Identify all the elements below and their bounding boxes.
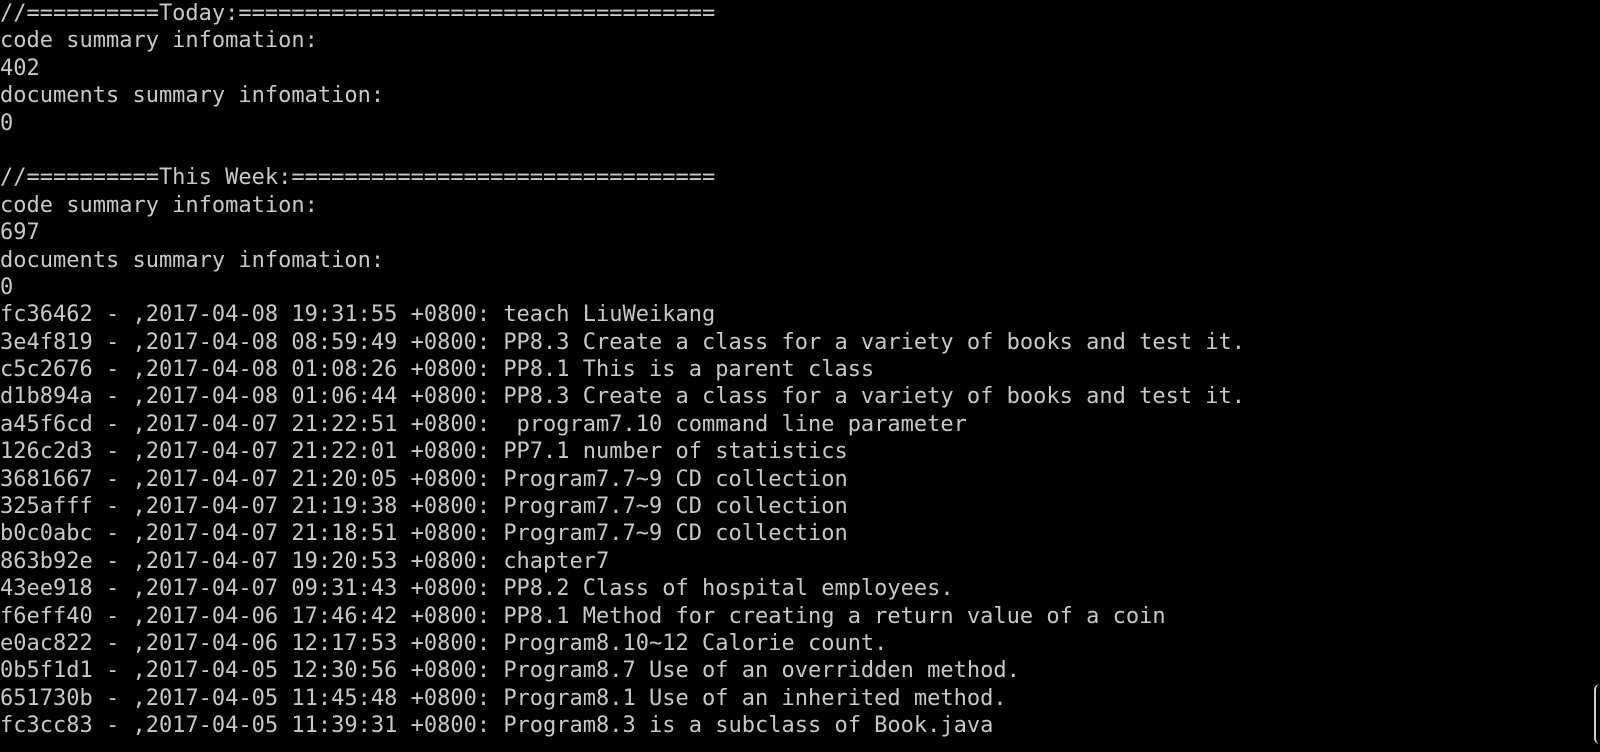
commit-line: fc3cc83 - ,2017-04-05 11:39:31 +0800: Pr… [0,713,994,739]
today-docs-value: 0 [0,110,14,136]
week-code-label: code summary infomation: [0,192,318,218]
commit-line: 863b92e - ,2017-04-07 19:20:53 +0800: ch… [0,548,610,574]
week-code-value: 697 [0,220,40,246]
commit-line: 3e4f819 - ,2017-04-08 08:59:49 +0800: PP… [0,329,1246,355]
terminal-window[interactable]: //==========Today:======================… [0,0,1600,752]
today-code-value: 402 [0,55,40,81]
commit-line: d1b894a - ,2017-04-08 01:06:44 +0800: PP… [0,384,1246,410]
commit-line: f6eff40 - ,2017-04-06 17:46:42 +0800: PP… [0,603,1166,629]
commit-line: 126c2d3 - ,2017-04-07 21:22:01 +0800: PP… [0,439,848,465]
commit-line: e0ac822 - ,2017-04-06 12:17:53 +0800: Pr… [0,630,888,656]
scrollbar-edge[interactable] [1594,684,1600,744]
commit-line: 3681667 - ,2017-04-07 21:20:05 +0800: Pr… [0,466,848,492]
section-header-week: //==========This Week:==================… [0,165,716,191]
commit-line: a45f6cd - ,2017-04-07 21:22:51 +0800: pr… [0,411,967,437]
commit-line: fc36462 - ,2017-04-08 19:31:55 +0800: te… [0,302,716,328]
commit-line: 43ee918 - ,2017-04-07 09:31:43 +0800: PP… [0,576,954,602]
today-code-label: code summary infomation: [0,28,318,54]
commit-line: c5c2676 - ,2017-04-08 01:08:26 +0800: PP… [0,357,875,383]
commit-line: b0c0abc - ,2017-04-07 21:18:51 +0800: Pr… [0,521,848,547]
commit-line: 0b5f1d1 - ,2017-04-05 12:30:56 +0800: Pr… [0,658,1020,684]
week-docs-value: 0 [0,274,14,300]
today-docs-label: documents summary infomation: [0,83,385,109]
week-docs-label: documents summary infomation: [0,247,385,273]
section-header-today: //==========Today:======================… [0,1,716,26]
commit-line: 325afff - ,2017-04-07 21:19:38 +0800: Pr… [0,494,848,520]
commit-line: 651730b - ,2017-04-05 11:45:48 +0800: Pr… [0,685,1007,711]
